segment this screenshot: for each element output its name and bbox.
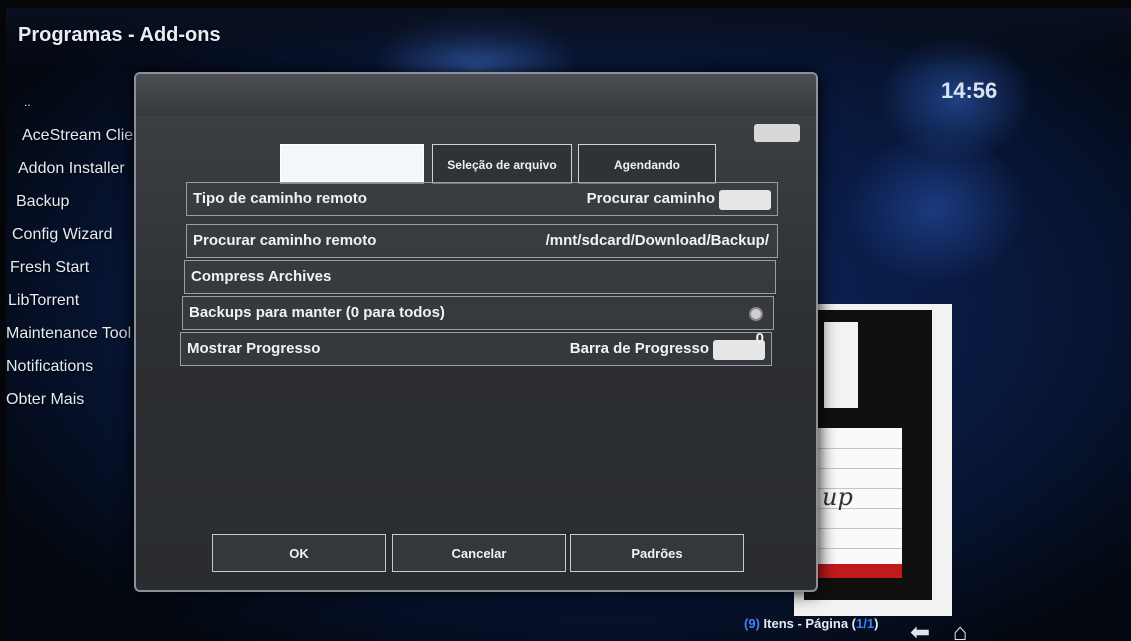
setting-backups-to-keep[interactable]: Backups para manter (0 para todos) xyxy=(182,296,774,330)
setting-label: Tipo de caminho remoto xyxy=(193,190,367,207)
backup-settings-dialog: Seleção de arquivo Agendando Tipo de cam… xyxy=(134,72,818,592)
item-count: 9 xyxy=(748,616,756,631)
setting-remote-path[interactable]: Procurar caminho remoto /mnt/sdcard/Down… xyxy=(186,224,778,258)
setting-compress-archives[interactable]: Compress Archives xyxy=(184,260,776,294)
items-label: Itens - Página ( xyxy=(759,616,856,631)
ok-button[interactable]: OK xyxy=(212,534,386,572)
window-title: Programas - Add-ons xyxy=(18,24,221,46)
tab-general[interactable] xyxy=(280,144,424,184)
floppy-shutter xyxy=(824,322,858,408)
setting-label: Mostrar Progresso xyxy=(187,340,321,357)
setting-remote-path-type[interactable]: Tipo de caminho remoto Procurar caminho xyxy=(186,182,778,216)
item-count-status: (9) Itens - Página (1/1) xyxy=(744,616,878,631)
tab-scheduling[interactable]: Agendando xyxy=(578,144,716,184)
back-arrow-icon[interactable]: ⬅ xyxy=(904,620,936,641)
floppy-disk-icon: up xyxy=(804,310,932,600)
close-button[interactable] xyxy=(754,124,800,142)
setting-value: Barra de Progresso xyxy=(569,340,709,357)
page-close: ) xyxy=(874,616,879,631)
page-indicator: 1/1 xyxy=(856,616,875,631)
floppy-label: up xyxy=(814,428,902,578)
spin-control[interactable] xyxy=(719,190,771,210)
home-icon[interactable]: ⌂ xyxy=(944,620,976,641)
setting-value: Procurar caminho xyxy=(586,190,715,207)
setting-label: Backups para manter (0 para todos) xyxy=(189,304,445,321)
setting-value: /mnt/sdcard/Download/Backup/ xyxy=(545,232,769,249)
kodi-screen: Programas - Add-ons 14:56 .. AceStream C… xyxy=(6,8,1131,641)
setting-label: Compress Archives xyxy=(191,268,332,285)
floppy-label-stripe xyxy=(814,564,902,578)
dialog-header xyxy=(136,74,816,116)
setting-label: Procurar caminho remoto xyxy=(193,232,377,249)
floppy-script-text: up xyxy=(822,483,853,511)
setting-show-progress[interactable]: Mostrar Progresso Barra de Progresso xyxy=(180,332,772,366)
radio-icon[interactable] xyxy=(749,307,763,321)
cancel-button[interactable]: Cancelar xyxy=(392,534,566,572)
setting-value: 0 xyxy=(755,330,764,347)
clock: 14:56 xyxy=(941,78,998,103)
defaults-button[interactable]: Padrões xyxy=(570,534,744,572)
tab-file-selection[interactable]: Seleção de arquivo xyxy=(432,144,572,184)
